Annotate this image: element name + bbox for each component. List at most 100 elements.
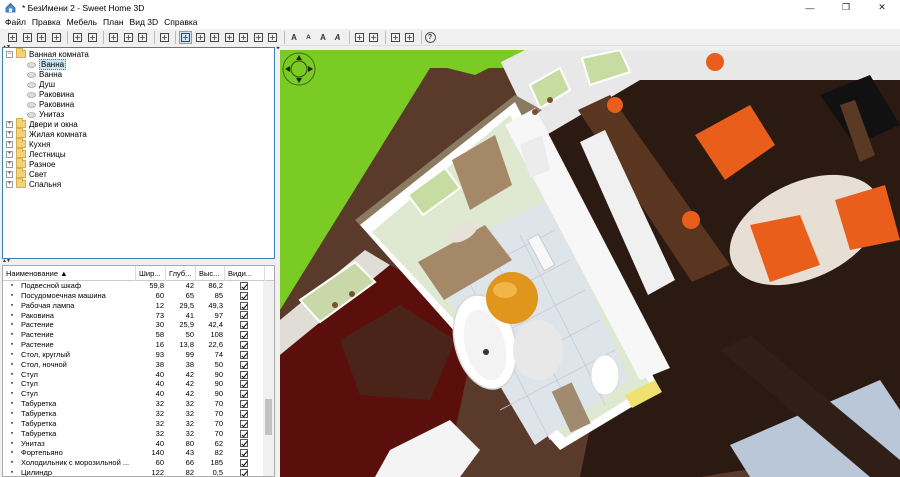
expand-icon[interactable]: + <box>6 140 13 148</box>
catalog-item[interactable]: Раковина <box>27 89 74 99</box>
redo-icon[interactable] <box>86 31 99 44</box>
visible-checkbox[interactable] <box>240 390 248 399</box>
maximize-button[interactable]: ❐ <box>828 0 864 15</box>
splitter-arrows-icon[interactable]: ▲▼ <box>2 258 11 264</box>
table-row[interactable]: ▪ Стул 40 42 90 <box>3 370 265 380</box>
expand-icon[interactable]: + <box>6 180 13 188</box>
table-row[interactable]: ▪ Стол, ночной 38 38 50 <box>3 360 265 370</box>
create-rooms-icon[interactable] <box>223 31 236 44</box>
virtual-visit-icon[interactable] <box>403 31 416 44</box>
visible-checkbox[interactable] <box>240 340 248 349</box>
table-row[interactable]: ▪ Табуретка 32 32 70 <box>3 409 265 419</box>
copy-icon[interactable] <box>122 31 135 44</box>
column-depth[interactable]: Глуб... <box>166 266 196 281</box>
visible-checkbox[interactable] <box>240 409 248 418</box>
table-row[interactable]: ▪ Стул 40 42 90 <box>3 389 265 399</box>
visible-checkbox[interactable] <box>240 459 248 468</box>
catalog-item[interactable]: Ванна <box>27 69 62 79</box>
visible-checkbox[interactable] <box>240 291 248 300</box>
help-icon[interactable]: ? <box>424 31 436 43</box>
italic-icon[interactable]: A <box>331 31 344 44</box>
text-increase-icon[interactable]: A <box>288 31 301 44</box>
table-row[interactable]: ▪ Посудомоечная машина 60 65 85 <box>3 291 265 301</box>
furniture-catalog-tree[interactable]: − Ванная комната Ванна Ванна Душ Раковина Рако… <box>2 47 275 259</box>
visible-checkbox[interactable] <box>240 449 248 458</box>
expand-icon[interactable]: + <box>6 150 13 158</box>
column-height[interactable]: Выс... <box>196 266 225 281</box>
visible-checkbox[interactable] <box>240 429 248 438</box>
table-row[interactable]: ▪ Раковина 73 41 97 <box>3 311 265 321</box>
menu-furniture[interactable]: Мебель <box>64 17 100 27</box>
table-row[interactable]: ▪ Стул 40 42 90 <box>3 379 265 389</box>
collapse-icon[interactable]: − <box>6 50 13 58</box>
3d-view[interactable] <box>280 50 900 477</box>
table-row[interactable]: ▪ Цилиндр 122 82 0,5 <box>3 468 265 476</box>
catalog-group[interactable]: + Разное <box>6 158 55 169</box>
minimize-button[interactable]: — <box>792 0 828 15</box>
visible-checkbox[interactable] <box>240 419 248 428</box>
pan-icon[interactable] <box>194 31 207 44</box>
menu-help[interactable]: Справка <box>161 17 200 27</box>
visible-checkbox[interactable] <box>240 301 248 310</box>
undo-icon[interactable] <box>71 31 84 44</box>
visible-checkbox[interactable] <box>240 468 248 476</box>
visible-checkbox[interactable] <box>240 380 248 389</box>
catalog-group[interactable]: − Ванная комната <box>6 48 89 59</box>
scissors-icon[interactable] <box>107 31 120 44</box>
visible-checkbox[interactable] <box>240 350 248 359</box>
table-row[interactable]: ▪ Табуретка 32 32 70 <box>3 399 265 409</box>
catalog-group[interactable]: + Спальня <box>6 178 61 189</box>
column-name[interactable]: Наименование ▲ <box>3 266 136 281</box>
column-visible[interactable]: Види... <box>225 266 265 281</box>
create-polylines-icon[interactable] <box>237 31 250 44</box>
table-row[interactable]: ▪ Рабочая лампа 12 29,5 49,3 <box>3 301 265 311</box>
table-row[interactable]: ▪ Табуретка 32 32 70 <box>3 429 265 439</box>
visible-checkbox[interactable] <box>240 400 248 409</box>
cut-icon[interactable] <box>50 31 63 44</box>
top-view-icon[interactable] <box>389 31 402 44</box>
close-button[interactable]: ✕ <box>864 0 900 15</box>
menu-plan[interactable]: План <box>100 17 127 27</box>
zoom-out-icon[interactable] <box>367 31 380 44</box>
table-row[interactable]: ▪ Подвесной шкаф 59,8 42 86,2 <box>3 281 265 291</box>
expand-icon[interactable]: + <box>6 120 13 128</box>
table-row[interactable]: ▪ Стол, круглый 93 99 74 <box>3 350 265 360</box>
expand-icon[interactable]: + <box>6 130 13 138</box>
catalog-item[interactable]: Раковина <box>27 99 74 109</box>
menu-file[interactable]: Файл <box>2 17 29 27</box>
table-scrollbar[interactable] <box>263 281 274 476</box>
table-row[interactable]: ▪ Растение 16 13,8 22,6 <box>3 340 265 350</box>
catalog-item[interactable]: Унитаз <box>27 109 64 119</box>
visible-checkbox[interactable] <box>240 439 248 448</box>
create-labels-icon[interactable] <box>266 31 279 44</box>
vertical-splitter-arrows-icon[interactable]: ◂▸ <box>276 45 280 51</box>
expand-icon[interactable]: + <box>6 160 13 168</box>
save-icon[interactable] <box>35 31 48 44</box>
menu-3d-view[interactable]: Вид 3D <box>127 17 162 27</box>
visible-checkbox[interactable] <box>240 370 248 379</box>
catalog-group[interactable]: + Кухня <box>6 138 50 149</box>
add-furniture-icon[interactable] <box>158 31 171 44</box>
navigation-control[interactable] <box>282 52 316 86</box>
catalog-item[interactable]: Ванна <box>27 58 67 70</box>
visible-checkbox[interactable] <box>240 281 248 290</box>
menu-edit[interactable]: Правка <box>29 17 64 27</box>
catalog-group[interactable]: + Лестницы <box>6 148 66 159</box>
bold-icon[interactable]: A <box>317 31 330 44</box>
select-icon[interactable] <box>179 30 192 44</box>
create-dimensions-icon[interactable] <box>252 31 265 44</box>
table-row[interactable]: ▪ Растение 30 25,9 42,4 <box>3 320 265 330</box>
zoom-in-icon[interactable] <box>353 31 366 44</box>
table-row[interactable]: ▪ Унитаз 40 80 62 <box>3 439 265 449</box>
column-width[interactable]: Шир... <box>136 266 166 281</box>
table-row[interactable]: ▪ Растение 58 50 108 <box>3 330 265 340</box>
expand-icon[interactable]: + <box>6 170 13 178</box>
catalog-item[interactable]: Душ <box>27 79 55 89</box>
table-row[interactable]: ▪ Табуретка 32 32 70 <box>3 419 265 429</box>
visible-checkbox[interactable] <box>240 321 248 330</box>
create-walls-icon[interactable] <box>208 31 221 44</box>
catalog-group[interactable]: + Свет <box>6 168 47 179</box>
visible-checkbox[interactable] <box>240 311 248 320</box>
paste-icon[interactable] <box>136 31 149 44</box>
open-icon[interactable] <box>21 31 34 44</box>
